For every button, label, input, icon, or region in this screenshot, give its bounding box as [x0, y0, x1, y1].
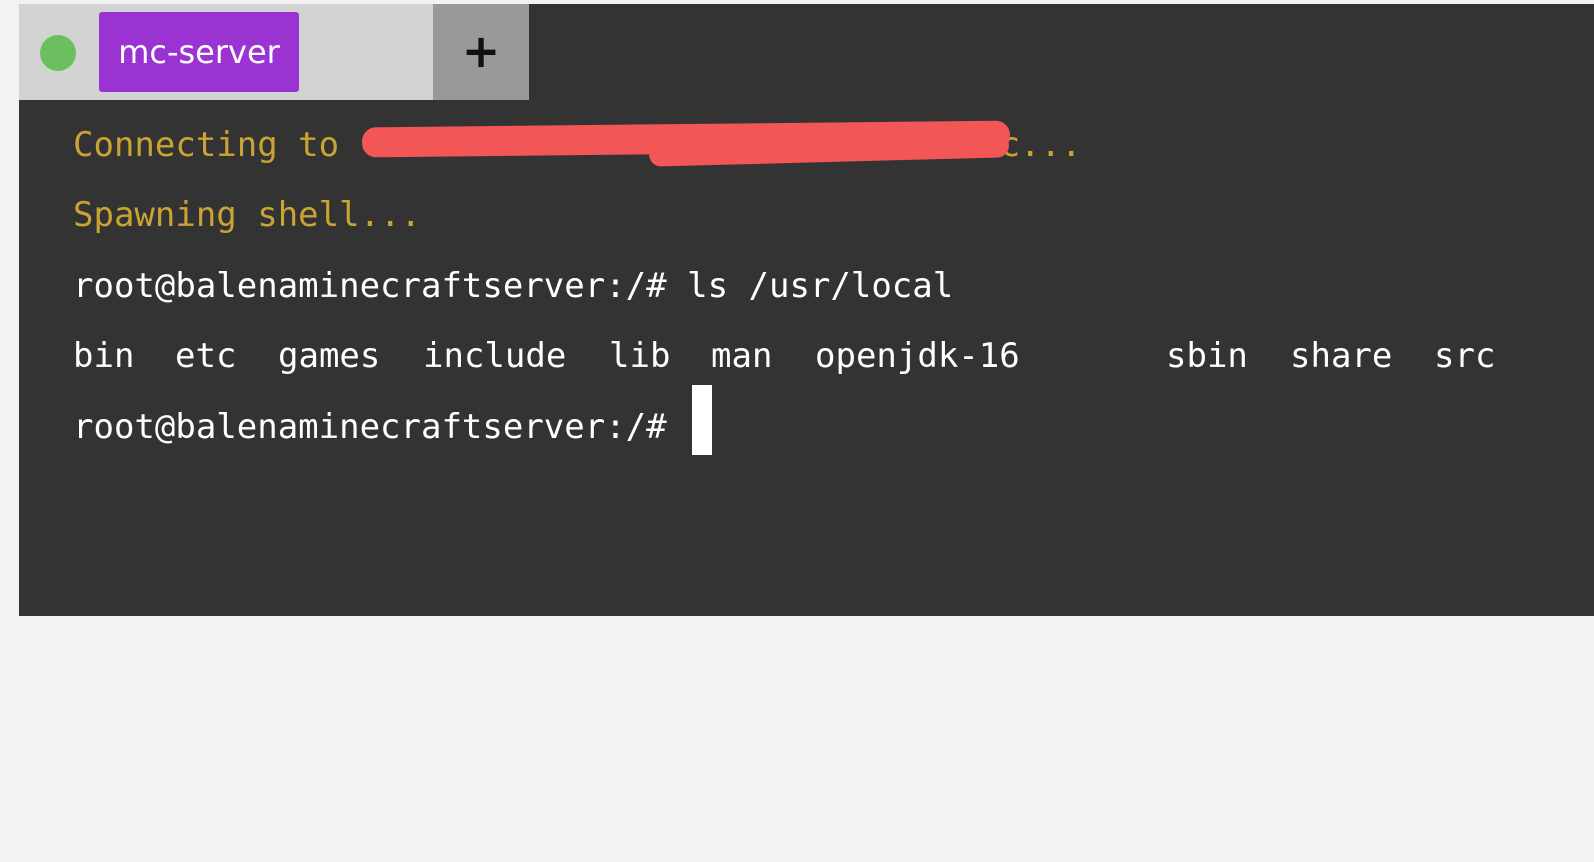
status-dot-icon [40, 35, 76, 71]
ls-entry-openjdk: openjdk-16 [815, 336, 1020, 376]
shell-command: ls /usr/local [687, 266, 954, 306]
terminal-window: mc-server + Connecting to c... Spawning … [19, 4, 1594, 616]
ls-entry-share: share [1290, 336, 1393, 376]
command-line: root@balenaminecraftserver:/# ls /usr/lo… [73, 264, 953, 308]
terminal-output[interactable]: Connecting to c... Spawning shell... roo… [19, 100, 1594, 616]
shell-prompt-current: root@balenaminecraftserver:/# [73, 407, 667, 447]
tab-label[interactable]: mc-server [99, 12, 299, 92]
ls-entry-etc: etc [175, 336, 237, 376]
ls-entry-src: src [1434, 336, 1496, 376]
text-cursor [692, 385, 712, 455]
ls-entry-lib: lib [609, 336, 671, 376]
ls-entry-include: include [423, 336, 567, 376]
ls-entry-sbin: sbin [1166, 336, 1248, 376]
ls-entry-man: man [711, 336, 773, 376]
new-tab-button[interactable]: + [433, 4, 529, 100]
ls-entry-bin: bin [73, 336, 135, 376]
ls-output-line: bin etc games include lib man openjdk-16… [73, 334, 1573, 378]
tab-mc-server[interactable]: mc-server [19, 4, 433, 100]
shell-prompt: root@balenaminecraftserver:/# [73, 266, 667, 306]
ls-entry-games: games [278, 336, 381, 376]
connecting-suffix: c... [999, 125, 1082, 165]
connecting-prefix: Connecting to [73, 125, 360, 165]
spawning-line: Spawning shell... [73, 195, 421, 235]
tab-bar: mc-server + [19, 4, 1594, 100]
prompt-line: root@balenaminecraftserver:/# [73, 405, 667, 449]
